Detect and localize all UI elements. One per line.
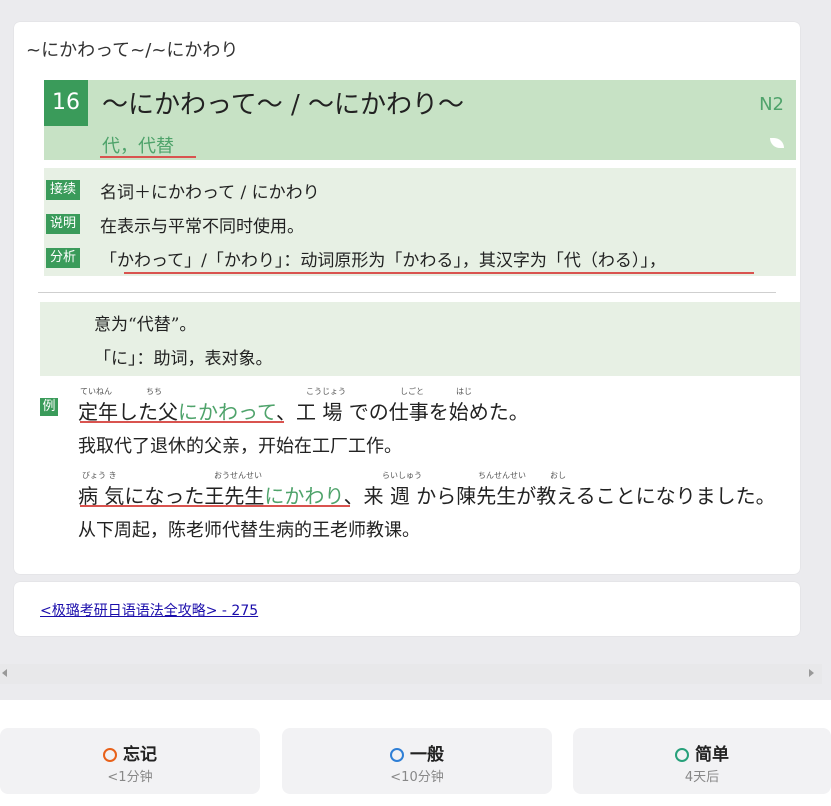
grammar-title: ～にかわって～ / ～にかわり～: [102, 90, 464, 120]
continuation-line: 意为“代替”。: [94, 315, 197, 335]
tag-example: 例: [40, 398, 58, 416]
answer-bar: 忘记 <1分钟 一般 <10分钟 简单 4天后: [0, 700, 831, 806]
scroll-right-arrow-icon[interactable]: [809, 669, 814, 677]
scroll-left-arrow-icon[interactable]: [2, 669, 7, 677]
analysis-text: 「かわって」/「かわり」：动词原形为「かわる」，其汉字为「代（わる）」，: [100, 251, 666, 271]
underline-decoration: [124, 272, 754, 274]
easy-interval: 4天后: [684, 770, 720, 785]
grammar-header: 16 ～にかわって～ / ～にかわり～ N2 代，代替: [44, 80, 796, 160]
easy-label: 简单: [695, 745, 729, 765]
again-label: 忘记: [123, 745, 157, 765]
continuation-line: 「に」：助词，表对象。: [94, 349, 273, 369]
leaf-icon: [770, 138, 784, 148]
example-translation: 从下周起，陈老师代替生病的王老师教课。: [78, 520, 420, 541]
note-card: ~にかわって~/~にかわり 16 ～にかわって～ / ～にかわり～ N2 代，代…: [14, 22, 800, 574]
again-interval: <1分钟: [107, 770, 153, 785]
easy-button[interactable]: 简单 4天后: [573, 728, 831, 794]
underline-decoration: [100, 156, 196, 158]
jlpt-level-badge: N2: [759, 94, 784, 115]
underline-decoration: [80, 421, 284, 423]
tag-explanation: 说明: [46, 214, 80, 234]
grammar-meaning: 代，代替: [102, 136, 174, 157]
neutral-face-icon: [390, 748, 404, 762]
example-translation: 我取代了退休的父亲，开始在工厂工作。: [78, 436, 402, 457]
underline-decoration: [80, 505, 350, 507]
card-title: ~にかわって~/~にかわり: [26, 40, 239, 61]
divider: [38, 292, 776, 293]
analysis-continuation: 意为“代替”。 「に」：助词，表对象。: [40, 302, 800, 376]
examples: 例 ていねん ちち こうじょう しごと はじ 定年した父にかわって、工 場 での…: [38, 376, 798, 546]
good-label: 一般: [410, 745, 444, 765]
source-card: <极璐考研日语语法全攻略> - 275: [14, 582, 800, 636]
again-button[interactable]: 忘记 <1分钟: [0, 728, 260, 794]
grammar-info: 接续 名词＋にかわって / にかわり 说明 在表示与平常不同时使用。 分析 「か…: [44, 168, 796, 276]
horizontal-scrollbar[interactable]: [0, 664, 822, 684]
source-link[interactable]: <极璐考研日语语法全攻略> - 275: [40, 600, 258, 620]
sad-face-icon: [103, 748, 117, 762]
connection-text: 名词＋にかわって / にかわり: [100, 183, 320, 203]
tag-connection: 接续: [46, 180, 80, 200]
grammar-number: 16: [44, 80, 88, 126]
tag-analysis: 分析: [46, 248, 80, 268]
good-button[interactable]: 一般 <10分钟: [282, 728, 552, 794]
explanation-text: 在表示与平常不同时使用。: [100, 217, 304, 237]
good-interval: <10分钟: [390, 770, 444, 785]
happy-face-icon: [675, 748, 689, 762]
